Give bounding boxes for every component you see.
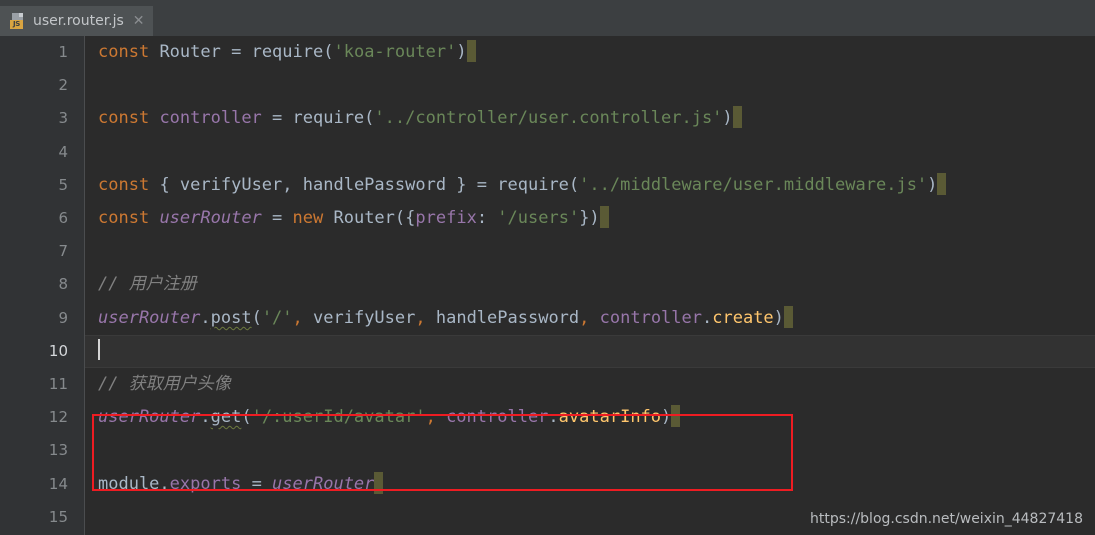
- token-variable: controller: [446, 407, 549, 427]
- line-number: 3: [58, 109, 68, 127]
- token-comment: // 获取用户头像: [98, 374, 231, 394]
- token-identifier: handlePassword: [302, 175, 447, 195]
- token-string: 'koa-router': [333, 42, 457, 62]
- line-number: 14: [48, 475, 68, 493]
- token-variable: userRouter: [98, 407, 201, 427]
- code-text-area[interactable]: const Router = require('koa-router') con…: [86, 36, 1095, 535]
- code-line-12[interactable]: userRouter.get('/:userId/avatar', contro…: [98, 401, 681, 434]
- code-editor[interactable]: 1 2 3 4 5 6 7 8 9 10 11 12 13 14 15 cons…: [0, 36, 1095, 535]
- eol-marker: [466, 40, 476, 62]
- eol-marker: [599, 206, 609, 228]
- token-class: Router: [333, 208, 395, 228]
- token-keyword: const: [98, 175, 150, 195]
- token-identifier: verifyUser: [179, 175, 283, 195]
- token-comment: // 用户注册: [98, 274, 197, 294]
- token-variable: userRouter: [272, 474, 375, 494]
- code-line-14[interactable]: module.exports = userRouter: [98, 468, 384, 501]
- token-variable: controller: [159, 108, 262, 128]
- token-string: '../controller/user.controller.js': [374, 108, 723, 128]
- token-method: post: [210, 308, 252, 328]
- token-variable: userRouter: [159, 208, 262, 228]
- token-string: '/': [261, 308, 293, 328]
- eol-marker: [783, 306, 793, 328]
- line-number-current: 10: [48, 342, 68, 360]
- js-badge-label: JS: [10, 20, 23, 29]
- code-line-3[interactable]: const controller = require('../controlle…: [98, 102, 742, 135]
- line-number: 11: [48, 375, 68, 393]
- token-method: create: [712, 308, 774, 328]
- token-keyword: const: [98, 108, 150, 128]
- token-string: '../middleware/user.middleware.js': [579, 175, 928, 195]
- eol-marker: [937, 173, 947, 195]
- line-number: 6: [58, 209, 68, 227]
- line-number: 8: [58, 275, 68, 293]
- eol-marker: [671, 405, 681, 427]
- js-file-icon: JS: [10, 13, 26, 29]
- code-line-11[interactable]: // 获取用户头像: [98, 368, 231, 401]
- line-number: 1: [58, 43, 68, 61]
- line-number: 5: [58, 176, 68, 194]
- token-class: Router: [159, 42, 221, 62]
- editor-tab-bar: JS user.router.js ✕: [0, 6, 1095, 39]
- token-method: get: [210, 407, 242, 427]
- line-number: 2: [58, 76, 68, 94]
- token-identifier: verifyUser: [313, 308, 416, 328]
- token-method: avatarInfo: [558, 407, 662, 427]
- code-line-10[interactable]: [98, 335, 100, 368]
- token-function: require: [251, 42, 324, 62]
- code-line-9[interactable]: userRouter.post('/', verifyUser, handleP…: [98, 302, 793, 335]
- token-variable: controller: [599, 308, 702, 328]
- tab-label: user.router.js: [33, 13, 124, 29]
- code-line-5[interactable]: const { verifyUser, handlePassword } = r…: [98, 169, 947, 202]
- code-line-6[interactable]: const userRouter = new Router({prefix: '…: [98, 202, 609, 235]
- close-icon[interactable]: ✕: [133, 14, 145, 28]
- token-keyword: const: [98, 208, 150, 228]
- token-keyword: const: [98, 42, 150, 62]
- line-number: 4: [58, 143, 68, 161]
- token-function: require: [292, 108, 365, 128]
- token-string: '/:userId/avatar': [251, 407, 426, 427]
- token-identifier: handlePassword: [435, 308, 580, 328]
- code-line-8[interactable]: // 用户注册: [98, 268, 197, 301]
- line-number: 12: [48, 408, 68, 426]
- text-caret: [98, 339, 100, 360]
- token-variable: userRouter: [98, 308, 201, 328]
- code-line-1[interactable]: const Router = require('koa-router'): [98, 36, 476, 69]
- token-property: exports: [169, 474, 242, 494]
- eol-marker: [732, 106, 742, 128]
- token-property: prefix: [415, 208, 477, 228]
- token-string: '/users': [497, 208, 580, 228]
- eol-marker: [374, 472, 384, 494]
- line-number: 9: [58, 309, 68, 327]
- token-identifier: module: [98, 474, 160, 494]
- line-number: 15: [48, 508, 68, 526]
- tab-user-router-js[interactable]: JS user.router.js ✕: [0, 6, 153, 36]
- line-number: 13: [48, 441, 68, 459]
- line-number: 7: [58, 242, 68, 260]
- token-function: require: [497, 175, 569, 195]
- watermark-url: https://blog.csdn.net/weixin_44827418: [809, 511, 1083, 527]
- token-keyword: new: [292, 208, 324, 228]
